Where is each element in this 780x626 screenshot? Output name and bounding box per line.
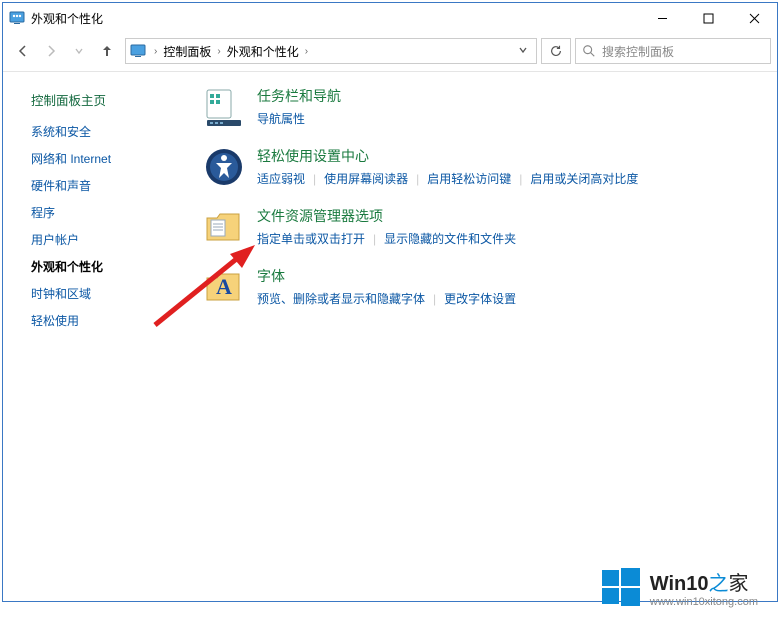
svg-text:A: A xyxy=(216,274,232,299)
sidebar: 控制面板主页 系统和安全 网络和 Internet 硬件和声音 程序 用户帐户 … xyxy=(3,72,203,600)
category-explorer-options: 文件资源管理器选项 指定单击或双击打开 | 显示隐藏的文件和文件夹 xyxy=(203,206,767,248)
breadcrumb-item[interactable]: 控制面板 xyxy=(161,43,213,60)
control-panel-small-icon xyxy=(130,43,146,59)
close-button[interactable] xyxy=(731,3,777,33)
navigation-bar: › 控制面板 › 外观和个性化 › 搜索控制面板 xyxy=(3,33,777,69)
sidebar-home[interactable]: 控制面板主页 xyxy=(31,90,203,109)
watermark-title: Win10之家 xyxy=(650,567,758,596)
task-link[interactable]: 显示隐藏的文件和文件夹 xyxy=(384,230,516,247)
task-link[interactable]: 启用轻松访问键 xyxy=(427,170,511,187)
windows-logo-icon xyxy=(600,566,642,608)
task-link[interactable]: 预览、删除或者显示和隐藏字体 xyxy=(257,290,425,307)
watermark: Win10之家 www.win10xitong.com xyxy=(600,566,758,608)
breadcrumb-sep[interactable]: › xyxy=(213,46,224,57)
sidebar-item-system[interactable]: 系统和安全 xyxy=(31,123,203,140)
task-link[interactable]: 更改字体设置 xyxy=(444,290,516,307)
up-button[interactable] xyxy=(93,37,121,65)
task-link[interactable]: 使用屏幕阅读器 xyxy=(324,170,408,187)
maximize-button[interactable] xyxy=(685,3,731,33)
sidebar-item-accounts[interactable]: 用户帐户 xyxy=(31,231,203,248)
address-dropdown[interactable] xyxy=(514,44,532,58)
category-title[interactable]: 字体 xyxy=(257,266,516,286)
category-title[interactable]: 轻松使用设置中心 xyxy=(257,146,638,166)
recent-dropdown[interactable] xyxy=(65,37,93,65)
sidebar-item-network[interactable]: 网络和 Internet xyxy=(31,150,203,167)
breadcrumb-sep[interactable]: › xyxy=(150,46,161,57)
refresh-button[interactable] xyxy=(541,38,571,64)
titlebar: 外观和个性化 xyxy=(3,3,777,33)
breadcrumb-item[interactable]: 外观和个性化 xyxy=(225,43,301,60)
content-area: 控制面板主页 系统和安全 网络和 Internet 硬件和声音 程序 用户帐户 … xyxy=(3,72,777,600)
category-ease-of-access: 轻松使用设置中心 适应弱视 | 使用屏幕阅读器 | 启用轻松访问键 | 启用或关… xyxy=(203,146,767,188)
task-link[interactable]: 适应弱视 xyxy=(257,170,305,187)
search-icon xyxy=(582,44,596,58)
sidebar-item-programs[interactable]: 程序 xyxy=(31,204,203,221)
fonts-icon: A xyxy=(203,266,245,308)
search-input[interactable]: 搜索控制面板 xyxy=(575,38,771,64)
ease-of-access-icon xyxy=(203,146,245,188)
forward-button[interactable] xyxy=(37,37,65,65)
sidebar-item-ease[interactable]: 轻松使用 xyxy=(31,312,203,329)
taskbar-icon xyxy=(203,86,245,128)
watermark-url: www.win10xitong.com xyxy=(650,596,758,608)
main-panel: 任务栏和导航 导航属性 轻松使用设置中心 适应弱视 xyxy=(203,72,777,600)
address-bar[interactable]: › 控制面板 › 外观和个性化 › xyxy=(125,38,537,64)
category-taskbar: 任务栏和导航 导航属性 xyxy=(203,86,767,128)
task-link[interactable]: 启用或关闭高对比度 xyxy=(530,170,638,187)
sidebar-item-appearance[interactable]: 外观和个性化 xyxy=(31,258,203,275)
sidebar-item-hardware[interactable]: 硬件和声音 xyxy=(31,177,203,194)
breadcrumb-sep[interactable]: › xyxy=(301,46,312,57)
search-placeholder: 搜索控制面板 xyxy=(602,43,674,60)
task-link[interactable]: 指定单击或双击打开 xyxy=(257,230,365,247)
window-title: 外观和个性化 xyxy=(31,10,639,27)
control-panel-icon xyxy=(9,10,25,26)
sidebar-item-clock[interactable]: 时钟和区域 xyxy=(31,285,203,302)
back-button[interactable] xyxy=(9,37,37,65)
category-fonts: A 字体 预览、删除或者显示和隐藏字体 | 更改字体设置 xyxy=(203,266,767,308)
control-panel-window: 外观和个性化 › 控制面板 › 外观和个性化 › xyxy=(2,2,778,602)
task-link[interactable]: 导航属性 xyxy=(257,110,305,127)
minimize-button[interactable] xyxy=(639,3,685,33)
category-title[interactable]: 文件资源管理器选项 xyxy=(257,206,516,226)
folder-options-icon xyxy=(203,206,245,248)
category-title[interactable]: 任务栏和导航 xyxy=(257,86,341,106)
